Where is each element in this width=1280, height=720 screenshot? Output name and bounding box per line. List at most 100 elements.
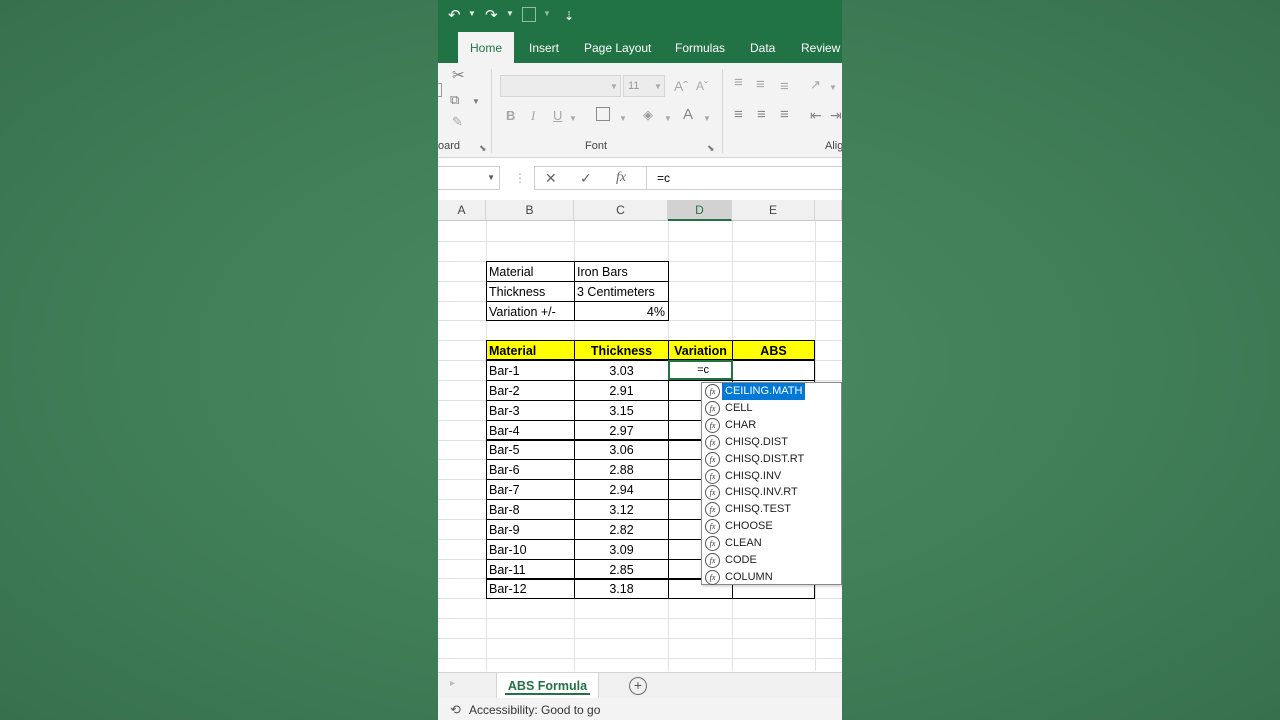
name-box-dropdown-icon[interactable]: ▼ [487, 173, 495, 182]
tab-home[interactable]: Home [458, 32, 515, 63]
thickness-cell[interactable]: 3.03 [574, 360, 669, 381]
orientation-icon[interactable]: ↗ [810, 77, 821, 93]
thickness-cell[interactable]: 2.97 [574, 419, 669, 441]
copy-icon[interactable]: ⧉ [450, 92, 459, 108]
tab-review[interactable]: Review [801, 32, 840, 63]
underline-dropdown-icon[interactable]: ▼ [569, 111, 577, 127]
autocomplete-item[interactable]: fx CHISQ.DIST.RT [702, 451, 842, 468]
paste-icon[interactable] [438, 83, 442, 97]
material-cell[interactable]: Bar-5 [486, 439, 575, 461]
column-header-f[interactable] [815, 200, 842, 221]
font-color-dropdown-icon[interactable]: ▼ [703, 111, 711, 127]
info-value-variation[interactable]: 4% [574, 301, 669, 321]
tab-page-layout[interactable]: Page Layout [584, 32, 651, 63]
sheet-scroll-left-icon[interactable]: ▸ [450, 678, 455, 689]
autocomplete-item[interactable]: fx CHOOSE [702, 518, 842, 535]
thickness-cell[interactable]: 3.06 [574, 439, 669, 461]
thickness-cell[interactable]: 3.18 [574, 578, 669, 600]
thickness-cell[interactable]: 3.15 [574, 399, 669, 421]
align-bottom-icon[interactable]: ≡ [780, 79, 789, 95]
info-label-material[interactable]: Material [486, 261, 575, 282]
material-cell[interactable]: Bar-12 [486, 578, 575, 600]
align-middle-icon[interactable]: ≡ [756, 77, 765, 93]
sheet-tab-abs-formula[interactable]: ABS Formula [496, 673, 599, 698]
font-size-dropdown-icon[interactable]: ▼ [654, 79, 662, 95]
autocomplete-item[interactable]: fx CEILING.MATH [702, 383, 842, 400]
material-cell[interactable]: Bar-6 [486, 459, 575, 481]
table-header-material[interactable]: Material [486, 340, 575, 360]
tab-insert[interactable]: Insert [529, 32, 559, 63]
borders-icon[interactable] [596, 107, 610, 121]
column-header-c[interactable]: C [574, 200, 668, 221]
borders-dropdown-icon[interactable]: ▼ [619, 111, 627, 127]
thickness-cell[interactable]: 3.12 [574, 498, 669, 520]
redo-icon[interactable]: ↷ [485, 6, 498, 26]
decrease-font-icon[interactable]: Aˇ [696, 78, 708, 94]
thickness-cell[interactable]: 2.91 [574, 379, 669, 401]
autocomplete-item[interactable]: fx CODE [702, 552, 842, 569]
material-cell[interactable]: Bar-10 [486, 538, 575, 560]
autocomplete-item[interactable]: fx COLUMN [702, 569, 842, 586]
customize-qat-icon[interactable]: ⇣ [564, 6, 574, 26]
align-right-icon[interactable]: ≡ [780, 107, 789, 123]
fill-color-icon[interactable]: ◈ [643, 107, 653, 123]
active-cell-d[interactable]: =c [668, 360, 733, 380]
autocomplete-item[interactable]: fx CHISQ.INV.RT [702, 484, 842, 501]
align-left-icon[interactable]: ≡ [734, 107, 743, 123]
column-header-e[interactable]: E [732, 200, 815, 221]
autocomplete-item[interactable]: fx CHAR [702, 417, 842, 434]
name-box[interactable]: ▼ [438, 166, 500, 190]
material-cell[interactable]: Bar-7 [486, 479, 575, 501]
font-launcher-icon[interactable]: ⬊ [707, 140, 715, 156]
table-header-thickness[interactable]: Thickness [574, 340, 669, 360]
italic-button[interactable]: I [531, 108, 535, 124]
underline-button[interactable]: U [553, 108, 562, 124]
table-header-abs[interactable]: ABS [732, 340, 815, 360]
undo-dropdown-icon[interactable]: ▼ [468, 9, 476, 18]
material-cell[interactable]: Bar-3 [486, 399, 575, 421]
info-label-variation[interactable]: Variation +/- [486, 301, 575, 321]
material-cell[interactable]: Bar-1 [486, 360, 575, 381]
increase-indent-icon[interactable]: ⇥ [830, 107, 842, 123]
cut-icon[interactable]: ✂ [452, 68, 465, 84]
abs-cell[interactable] [732, 360, 815, 381]
insert-function-icon[interactable]: fx [616, 170, 626, 186]
thickness-cell[interactable]: 2.88 [574, 459, 669, 481]
redo-dropdown-icon[interactable]: ▼ [506, 9, 514, 18]
thickness-cell[interactable]: 2.85 [574, 558, 669, 580]
font-name-dropdown-icon[interactable]: ▼ [610, 79, 618, 95]
material-cell[interactable]: Bar-11 [486, 558, 575, 580]
font-name-box[interactable] [500, 75, 621, 97]
thickness-cell[interactable]: 3.09 [574, 538, 669, 560]
fill-color-dropdown-icon[interactable]: ▼ [664, 111, 672, 127]
decrease-indent-icon[interactable]: ⇤ [810, 107, 822, 123]
table-header-variation[interactable]: Variation [668, 340, 733, 360]
info-value-material[interactable]: Iron Bars [574, 261, 669, 282]
material-cell[interactable]: Bar-9 [486, 518, 575, 540]
align-top-icon[interactable]: ≡ [734, 75, 743, 91]
column-header-d[interactable]: D [668, 200, 732, 221]
column-header-b[interactable]: B [486, 200, 574, 221]
accessibility-status[interactable]: Accessibility: Good to go [469, 698, 600, 720]
tab-data[interactable]: Data [750, 32, 775, 63]
bold-button[interactable]: B [506, 108, 515, 124]
autocomplete-item[interactable]: fx CHISQ.INV [702, 468, 842, 485]
cancel-icon[interactable]: ✕ [545, 170, 557, 186]
column-header-a[interactable]: A [438, 200, 486, 221]
material-cell[interactable]: Bar-8 [486, 498, 575, 520]
tab-formulas[interactable]: Formulas [675, 32, 725, 63]
clipboard-launcher-icon[interactable]: ⬊ [479, 140, 487, 156]
copy-dropdown-icon[interactable]: ▼ [472, 94, 480, 110]
format-painter-icon[interactable]: ✎ [452, 114, 463, 130]
autocomplete-item[interactable]: fx CELL [702, 400, 842, 417]
info-label-thickness[interactable]: Thickness [486, 281, 575, 302]
thickness-cell[interactable]: 2.94 [574, 479, 669, 501]
info-value-thickness[interactable]: 3 Centimeters [574, 281, 669, 302]
accessibility-icon[interactable]: ⟲ [450, 698, 461, 720]
formula-input[interactable]: =c [646, 166, 842, 190]
font-color-button[interactable]: A [683, 107, 693, 123]
orientation-dropdown-icon[interactable]: ▼ [829, 80, 837, 96]
enter-icon[interactable]: ✓ [580, 170, 592, 186]
align-center-icon[interactable]: ≡ [757, 107, 766, 123]
autocomplete-item[interactable]: fx CLEAN [702, 535, 842, 552]
